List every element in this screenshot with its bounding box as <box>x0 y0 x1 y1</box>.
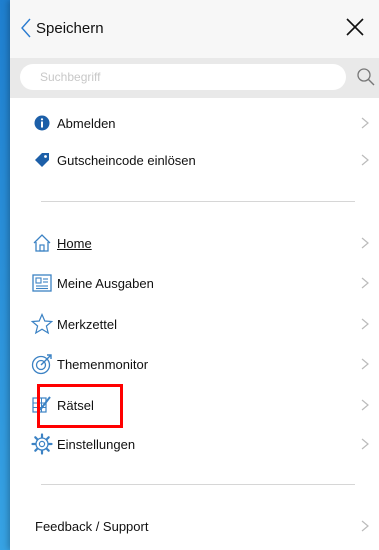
menu-item-abmelden[interactable]: Abmelden <box>10 108 379 138</box>
chevron-right-icon <box>361 399 369 411</box>
star-icon <box>31 313 53 335</box>
chevron-right-icon <box>361 358 369 370</box>
search-bar <box>10 58 379 98</box>
chevron-right-icon <box>361 438 369 450</box>
chevron-right-icon <box>361 318 369 330</box>
menu-item-label: Rätsel <box>57 397 94 413</box>
menu-item-gutscheincode[interactable]: Gutscheincode einlösen <box>10 145 379 175</box>
menu-item-label: Meine Ausgaben <box>57 275 154 291</box>
menu-item-label: Home <box>57 235 92 251</box>
menu-item-label: Abmelden <box>57 115 116 131</box>
menu-item-feedback[interactable]: Feedback / Support <box>10 511 379 541</box>
back-button[interactable]: Speichern <box>20 15 104 41</box>
tag-icon <box>31 149 53 171</box>
target-icon <box>31 353 53 375</box>
menu-item-label: Einstellungen <box>57 436 136 452</box>
menu-item-raetsel[interactable]: Rätsel <box>10 390 379 420</box>
close-icon[interactable] <box>345 17 365 37</box>
menu-item-einstellungen[interactable]: Einstellungen <box>10 429 379 459</box>
puzzle-pencil-icon <box>31 394 53 416</box>
menu-item-label: Merkzettel <box>57 316 117 332</box>
search-input[interactable] <box>20 64 346 90</box>
chevron-right-icon <box>361 154 369 166</box>
divider <box>41 201 355 202</box>
menu-item-label: Themenmonitor <box>57 356 149 372</box>
menu-item-label: Gutscheincode einlösen <box>57 152 196 168</box>
info-icon <box>31 112 53 134</box>
chevron-right-icon <box>361 117 369 129</box>
side-menu: Speichern Abmelden <box>10 0 379 550</box>
chevron-right-icon <box>361 277 369 289</box>
divider <box>41 484 355 485</box>
chevron-right-icon <box>361 237 369 249</box>
menu-item-meine-ausgaben[interactable]: Meine Ausgaben <box>10 268 379 298</box>
menu-item-label: Feedback / Support <box>35 518 149 534</box>
gear-icon <box>31 433 53 455</box>
search-icon[interactable] <box>356 67 376 87</box>
menu-item-themenmonitor[interactable]: Themenmonitor <box>10 349 379 379</box>
chevron-left-icon <box>21 18 31 38</box>
menu-header: Speichern <box>10 0 379 60</box>
back-label: Speichern <box>36 19 104 37</box>
menu-item-home[interactable]: Home <box>10 228 379 258</box>
menu-item-merkzettel[interactable]: Merkzettel <box>10 309 379 339</box>
home-icon <box>31 232 53 254</box>
newspaper-icon <box>31 272 53 294</box>
chevron-right-icon <box>361 520 369 532</box>
